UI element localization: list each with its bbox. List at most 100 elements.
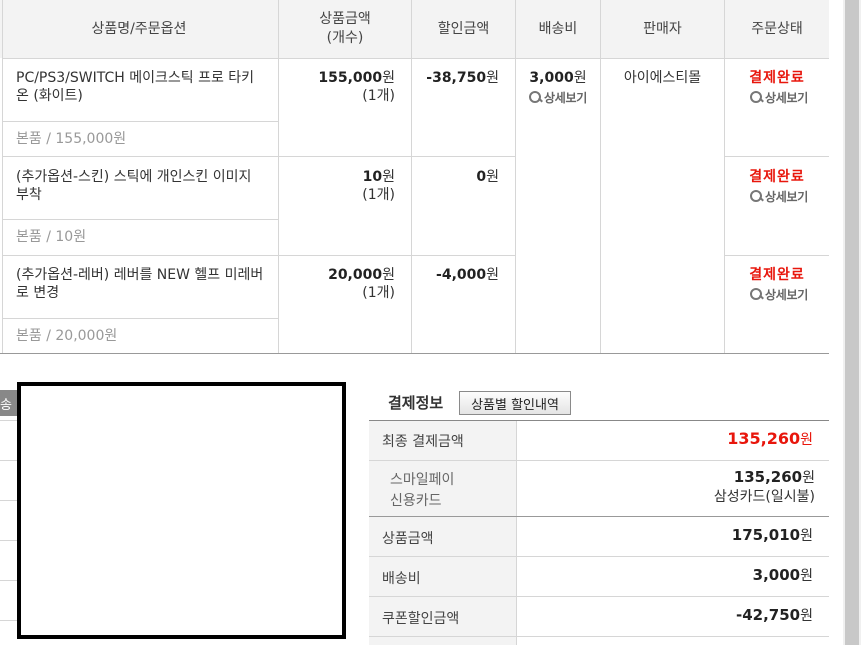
coupon-amount-value: -42,750 <box>736 606 801 624</box>
header-discount: 할인금액 <box>412 0 515 58</box>
won-unit: 원 <box>382 267 395 283</box>
table-bottom-border <box>0 353 829 354</box>
product-name[interactable]: (추가옵션-레버) 레버를 NEW 헬프 미레버로 변경 <box>16 267 263 301</box>
header-discount-label: 할인금액 <box>437 20 490 37</box>
discount-amount: 0원 <box>413 168 499 186</box>
card-detail: 삼성카드(일시불) <box>713 489 815 505</box>
divider <box>724 255 829 256</box>
product-amount: 175,010원 <box>732 525 813 545</box>
shipping-amount-value: 3,000 <box>752 566 801 584</box>
divider <box>411 0 412 354</box>
divider <box>516 421 517 645</box>
header-qty-label: (개수) <box>326 30 364 46</box>
discount-amount: -4,000원 <box>413 266 499 284</box>
left-tab-label: 배송 <box>0 398 12 413</box>
header-product-label: 상품명/주문옵션 <box>91 20 187 37</box>
shipping-cell: 3,000원 상세보기 <box>516 69 600 106</box>
divider <box>369 636 829 637</box>
won-unit: 원 <box>802 470 815 486</box>
detail-link-label: 상세보기 <box>544 91 587 105</box>
product-price: 155,000원 (1개) <box>280 69 395 105</box>
product-name[interactable]: PC/PS3/SWITCH 메이크스틱 프로 타키온 (화이트) <box>16 70 254 104</box>
divider <box>369 556 829 557</box>
detail-link-label: 상세보기 <box>765 288 808 302</box>
option-summary: 본품 / 10원 <box>16 228 86 246</box>
price-value: 155,000 <box>318 70 383 86</box>
magnifier-icon <box>750 190 764 203</box>
payment-method-value: 135,260원 삼성카드(일시불) <box>714 468 815 507</box>
header-price: 상품금액 (개수) <box>279 0 411 58</box>
detail-link-label: 상세보기 <box>765 190 808 204</box>
header-product: 상품명/주문옵션 <box>0 0 278 58</box>
divider <box>724 156 829 157</box>
seller-name[interactable]: 아이에스티몰 <box>601 69 724 87</box>
detail-link[interactable]: 상세보기 <box>729 89 829 106</box>
divider <box>369 516 829 517</box>
scrollbar[interactable] <box>843 0 861 645</box>
payment-title: 결제정보 <box>388 394 444 412</box>
won-unit: 원 <box>486 169 499 185</box>
divider <box>2 121 278 122</box>
discount-value: 0 <box>476 169 487 185</box>
won-unit: 원 <box>800 568 813 584</box>
shipping-detail-link[interactable]: 상세보기 <box>516 89 600 106</box>
divider <box>2 0 3 354</box>
shipping-fee: 3,000 <box>529 70 574 86</box>
shipping-amount: 3,000원 <box>753 565 813 585</box>
option-summary: 본품 / 20,000원 <box>16 327 117 345</box>
coupon-amount-label: 쿠폰할인금액 <box>382 611 460 627</box>
won-unit: 원 <box>486 267 499 283</box>
table-row: (추가옵션-레버) 레버를 NEW 헬프 미레버로 변경 <box>16 266 268 302</box>
header-seller: 판매자 <box>601 0 724 58</box>
divider <box>369 596 829 597</box>
header-status: 주문상태 <box>725 0 829 58</box>
option-summary-text: 본품 / 20,000원 <box>16 328 118 344</box>
magnifier-icon <box>529 91 543 104</box>
header-shipping-label: 배송비 <box>538 20 578 37</box>
product-price: 10원 (1개) <box>280 168 395 204</box>
detail-link-label: 상세보기 <box>765 91 808 105</box>
divider <box>2 255 515 256</box>
final-amount: 135,260원 <box>727 429 813 449</box>
header-seller-label: 판매자 <box>643 20 682 37</box>
coupon-amount: -42,750원 <box>736 605 813 625</box>
detail-link[interactable]: 상세보기 <box>729 286 829 303</box>
price-value: 20,000 <box>328 267 383 283</box>
product-name[interactable]: (추가옵션-스킨) 스틱에 개인스킨 이미지 부착 <box>16 169 251 203</box>
quantity: (1개) <box>362 88 395 104</box>
order-status: 결제완료 <box>749 169 805 185</box>
divider <box>2 318 278 319</box>
divider <box>278 0 279 354</box>
magnifier-icon <box>750 288 764 301</box>
divider <box>369 460 829 461</box>
order-status: 결제완료 <box>749 70 805 86</box>
discount-detail-button[interactable]: 상품별 할인내역 <box>459 391 571 415</box>
option-summary-text: 본품 / 10원 <box>16 229 87 245</box>
header-shipping: 배송비 <box>516 0 600 58</box>
price-value: 10 <box>362 169 383 185</box>
scrollbar-thumb[interactable] <box>845 0 859 645</box>
discount-value: -4,000 <box>436 267 487 283</box>
method-line1: 스마일페이 <box>390 472 455 488</box>
final-amount-label: 최종 결제금액 <box>382 434 464 450</box>
product-price: 20,000원 (1개) <box>280 266 395 302</box>
won-unit: 원 <box>486 70 499 86</box>
table-row: PC/PS3/SWITCH 메이크스틱 프로 타키온 (화이트) <box>16 69 264 105</box>
table-row: (추가옵션-스킨) 스틱에 개인스킨 이미지 부착 <box>16 168 268 204</box>
shipping-amount-label: 배송비 <box>382 571 421 587</box>
won-unit: 원 <box>573 70 587 86</box>
won-unit: 원 <box>382 70 395 86</box>
status-cell: 결제완료 상세보기 <box>725 168 829 205</box>
quantity: (1개) <box>362 285 395 301</box>
divider <box>2 156 515 157</box>
header-price-label: 상품금액 <box>319 11 371 27</box>
won-unit: 원 <box>800 432 813 448</box>
magnifier-icon <box>750 91 764 104</box>
detail-link[interactable]: 상세보기 <box>729 188 829 205</box>
discount-value: -38,750 <box>426 70 487 86</box>
order-status: 결제완료 <box>749 267 805 283</box>
won-unit: 원 <box>382 169 395 185</box>
won-unit: 원 <box>800 608 813 624</box>
divider <box>2 219 278 220</box>
quantity: (1개) <box>362 187 395 203</box>
